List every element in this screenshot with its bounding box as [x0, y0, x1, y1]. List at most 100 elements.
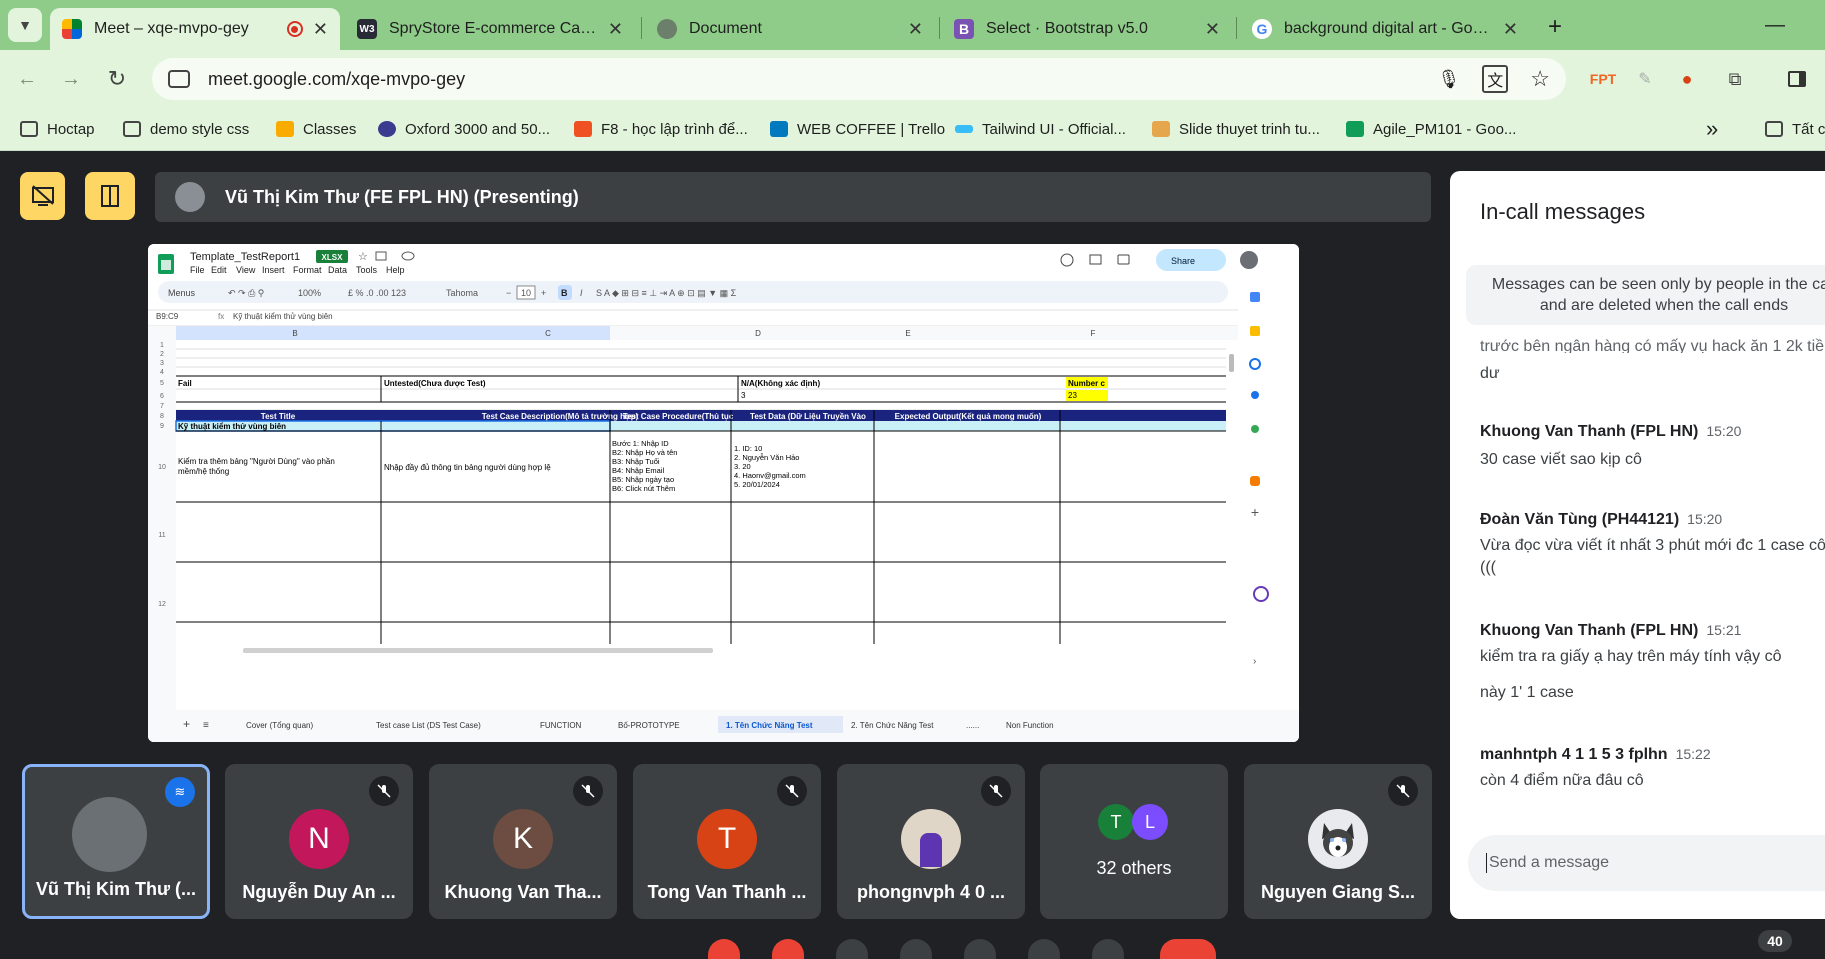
star-icon[interactable]: ☆	[358, 251, 368, 263]
reload-button[interactable]: ↻	[100, 62, 134, 96]
sheet-tab-prototype[interactable]: Bố-PROTOTYPE	[618, 721, 680, 730]
name-box[interactable]: B9:C9	[156, 312, 179, 321]
row-header[interactable]: 6	[160, 393, 164, 400]
menu-data[interactable]: Data	[328, 265, 347, 275]
bookmarks-overflow-button[interactable]: »	[1706, 116, 1718, 141]
menu-tools[interactable]: Tools	[356, 265, 378, 275]
menu-file[interactable]: File	[190, 265, 205, 275]
mic-button[interactable]	[708, 939, 740, 959]
bookmark-trello[interactable]: WEB COFFEE | Trello	[770, 117, 945, 141]
menus-search[interactable]: Menus	[168, 288, 196, 298]
bookmark-slide[interactable]: Slide thuyet trinh tu...	[1152, 117, 1320, 141]
site-info-icon[interactable]	[168, 70, 190, 88]
font-size-input[interactable]: 10	[521, 288, 531, 298]
participant-tile[interactable]: K Khuong Van Tha...	[429, 764, 617, 919]
col-header-e[interactable]: E	[905, 329, 910, 338]
row-header[interactable]: 4	[160, 369, 164, 376]
sheet-tab-function-2[interactable]: 2. Tên Chức Năng Test	[851, 721, 934, 730]
account-avatar[interactable]	[1240, 251, 1258, 269]
addon-icon[interactable]	[1250, 476, 1260, 486]
tab-meet[interactable]: Meet – xqe-mvpo-gey ✕	[50, 8, 340, 50]
tab-sprystore[interactable]: W3 SpryStore E-commerce Category ✕	[345, 8, 635, 50]
row-header[interactable]: 2	[160, 351, 164, 358]
sheet-tab-more[interactable]: ......	[966, 721, 979, 730]
tab-google-search[interactable]: G background digital art - Google ✕	[1240, 8, 1530, 50]
col-header-c[interactable]: C	[545, 329, 551, 338]
others-tile[interactable]: T L 32 others	[1040, 764, 1228, 919]
close-tab-icon[interactable]: ✕	[908, 19, 923, 40]
extensions-puzzle-icon[interactable]: ⧉	[1720, 64, 1750, 94]
reactions-button[interactable]	[900, 939, 932, 959]
bookmark-agile[interactable]: Agile_PM101 - Goo...	[1346, 117, 1516, 141]
vertical-scrollbar[interactable]	[1229, 354, 1234, 372]
participant-tile-presenter[interactable]: ≋ Vũ Thị Kim Thư (...	[22, 764, 210, 919]
close-tab-icon[interactable]: ✕	[313, 19, 328, 40]
tab-bootstrap[interactable]: B Select · Bootstrap v5.0 ✕	[942, 8, 1232, 50]
add-sheet-icon[interactable]: +	[183, 717, 190, 731]
sheet-tab-non-function[interactable]: Non Function	[1006, 721, 1054, 730]
menu-insert[interactable]: Insert	[262, 265, 285, 275]
participant-tile[interactable]: N Nguyễn Duy An ...	[225, 764, 413, 919]
sheet-tab-function[interactable]: FUNCTION	[540, 721, 582, 730]
row-header[interactable]: 8	[160, 413, 164, 420]
participant-tile[interactable]: T Tong Van Thanh ...	[633, 764, 821, 919]
bookmark-folder-hoctap[interactable]: Hoctap	[20, 117, 95, 141]
bookmark-classes[interactable]: Classes	[276, 117, 356, 141]
close-tab-icon[interactable]: ✕	[608, 19, 623, 40]
pin-layout-button[interactable]	[85, 172, 135, 220]
translate-icon[interactable]: 文	[1482, 65, 1509, 93]
tab-document[interactable]: Document ✕	[645, 8, 935, 50]
send-message-input[interactable]: Send a message	[1468, 835, 1825, 891]
sheet-tab-active[interactable]: 1. Tên Chức Năng Test	[726, 721, 813, 730]
raise-hand-button[interactable]	[1028, 939, 1060, 959]
bookmark-folder-demo[interactable]: demo style css	[123, 117, 249, 141]
stop-presenting-button[interactable]	[20, 172, 65, 220]
horizontal-scrollbar[interactable]	[243, 648, 713, 653]
row-header[interactable]: 9	[160, 423, 164, 430]
row-header[interactable]: 1	[160, 342, 164, 349]
all-sheets-icon[interactable]: ≡	[203, 720, 209, 731]
bookmark-star-icon[interactable]: ☆	[1530, 66, 1550, 92]
participant-tile[interactable]: Nguyen Giang S...	[1244, 764, 1432, 919]
extension-bug-icon[interactable]: ●	[1672, 64, 1702, 94]
font-select[interactable]: Tahoma	[446, 288, 478, 298]
bookmark-tailwind[interactable]: Tailwind UI - Official...	[955, 117, 1126, 141]
camera-button[interactable]	[772, 939, 804, 959]
extension-pen-icon[interactable]: ✎	[1630, 64, 1660, 94]
side-panel-collapse-icon[interactable]: ›	[1253, 656, 1256, 667]
row-header[interactable]: 11	[158, 532, 165, 539]
participant-tile[interactable]: phongnvph 4 0 ...	[837, 764, 1025, 919]
menu-edit[interactable]: Edit	[211, 265, 227, 275]
maps-icon[interactable]	[1251, 425, 1259, 433]
present-button[interactable]	[964, 939, 996, 959]
sheet-tab-cover[interactable]: Cover (Tổng quan)	[246, 721, 313, 730]
more-options-button[interactable]	[1092, 939, 1124, 959]
calendar-icon[interactable]	[1250, 292, 1260, 302]
all-bookmarks-folder[interactable]: Tất c	[1765, 117, 1825, 141]
row-header[interactable]: 3	[160, 360, 164, 367]
extension-fpt-icon[interactable]: FPT	[1588, 64, 1618, 94]
leave-call-button[interactable]	[1160, 939, 1216, 959]
close-tab-icon[interactable]: ✕	[1205, 19, 1220, 40]
col-header-f[interactable]: F	[1091, 329, 1096, 338]
row-header[interactable]: 7	[160, 403, 164, 410]
bookmark-oxford[interactable]: Oxford 3000 and 50...	[378, 117, 550, 141]
get-addons-icon[interactable]: +	[1251, 504, 1259, 520]
tab-search-button[interactable]: ▼	[8, 8, 42, 42]
forward-button[interactable]: →	[54, 62, 88, 96]
side-panel-icon[interactable]	[1782, 64, 1812, 94]
row-header[interactable]: 12	[158, 601, 166, 608]
minimize-window-button[interactable]: —	[1755, 10, 1795, 40]
bold-button[interactable]: B	[561, 288, 568, 298]
menu-help[interactable]: Help	[386, 265, 405, 275]
address-bar[interactable]: meet.google.com/xqe-mvpo-gey 🎙 文 ☆	[152, 58, 1566, 100]
col-header-d[interactable]: D	[755, 329, 761, 338]
formula-bar[interactable]: Kỹ thuật kiểm thử vùng biên	[233, 312, 333, 321]
contacts-icon[interactable]	[1251, 391, 1259, 399]
col-header-b[interactable]: B	[292, 329, 297, 338]
menu-format[interactable]: Format	[293, 265, 322, 275]
keep-icon[interactable]	[1250, 326, 1260, 336]
close-tab-icon[interactable]: ✕	[1503, 19, 1518, 40]
captions-button[interactable]	[836, 939, 868, 959]
back-button[interactable]: ←	[10, 62, 44, 96]
